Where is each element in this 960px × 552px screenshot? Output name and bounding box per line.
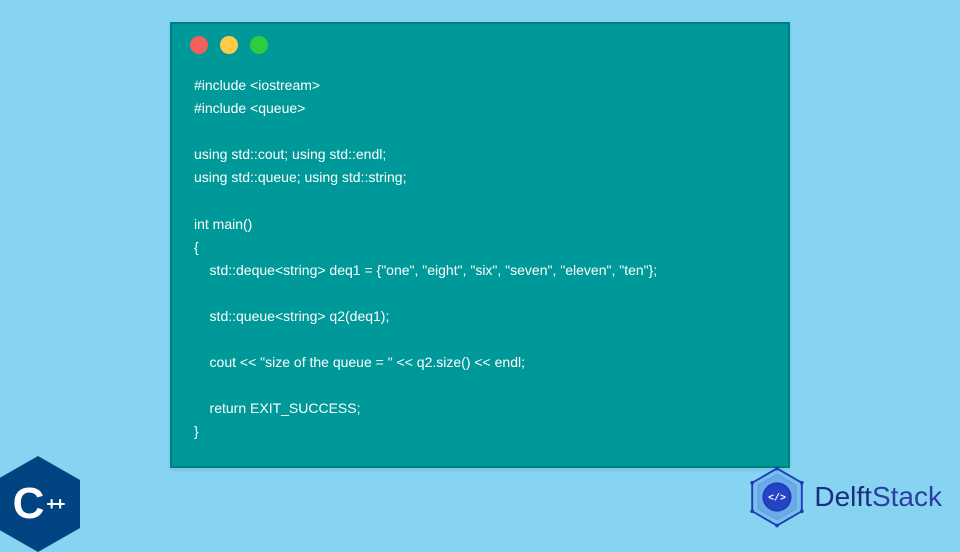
cpp-hexagon-icon: C ++ — [0, 456, 80, 552]
cpp-letter: C — [13, 479, 45, 529]
brand-text: DelftStack — [814, 481, 942, 513]
minimize-icon[interactable] — [220, 36, 238, 54]
close-icon[interactable] — [190, 36, 208, 54]
brand-part1: Delft — [814, 481, 872, 512]
maximize-icon[interactable] — [250, 36, 268, 54]
cpp-language-badge: C ++ — [0, 448, 92, 540]
code-window: #include <iostream> #include <queue> usi… — [170, 22, 790, 468]
delftstack-logo-icon: </> — [746, 466, 808, 528]
window-titlebar — [172, 24, 788, 60]
cpp-plusplus: ++ — [46, 494, 63, 515]
code-body: #include <iostream> #include <queue> usi… — [172, 60, 788, 466]
brand-area: </> DelftStack — [746, 466, 942, 528]
svg-text:</>: </> — [768, 493, 786, 504]
brand-part2: Stack — [872, 481, 942, 512]
